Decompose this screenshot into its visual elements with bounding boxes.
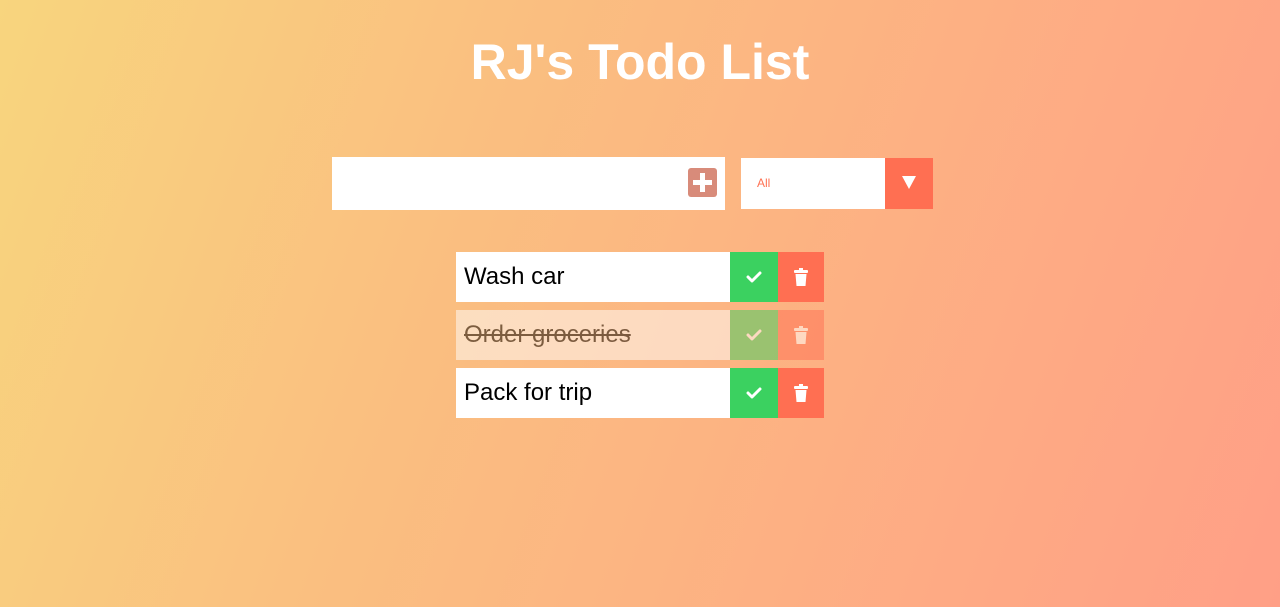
todo-item: Pack for trip	[456, 368, 824, 418]
todo-item: Wash car	[456, 252, 824, 302]
complete-button[interactable]	[730, 368, 778, 418]
filter-dropdown-button[interactable]	[885, 158, 933, 209]
todo-item-text: Order groceries	[456, 310, 730, 360]
caret-down-icon	[902, 176, 916, 189]
trash-icon	[794, 384, 808, 402]
check-icon	[746, 387, 762, 399]
plus-square-icon	[693, 173, 712, 192]
todo-input-container	[332, 157, 725, 210]
complete-button[interactable]	[730, 310, 778, 360]
todo-form: All	[332, 157, 933, 210]
check-icon	[746, 329, 762, 341]
filter-selected-value: All	[757, 176, 771, 190]
trash-icon	[794, 268, 808, 286]
delete-button[interactable]	[778, 252, 824, 302]
page-title: RJ's Todo List	[470, 34, 810, 90]
complete-button[interactable]	[730, 252, 778, 302]
todo-input[interactable]	[332, 157, 672, 210]
check-icon	[746, 271, 762, 283]
todo-item: Order groceries	[456, 310, 824, 360]
todo-item-text: Pack for trip	[456, 368, 730, 418]
todo-item-text: Wash car	[456, 252, 730, 302]
trash-icon	[794, 326, 808, 344]
filter-select[interactable]: All	[741, 158, 933, 209]
todo-list: Wash car Order groceries Pack for trip	[456, 252, 824, 426]
delete-button[interactable]	[778, 310, 824, 360]
add-todo-button[interactable]	[688, 168, 717, 197]
delete-button[interactable]	[778, 368, 824, 418]
